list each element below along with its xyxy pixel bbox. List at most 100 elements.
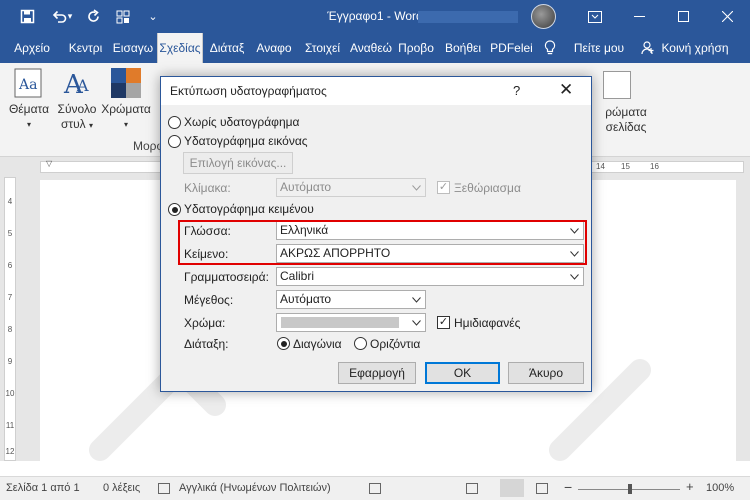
focus-mode-icon[interactable] (466, 483, 478, 494)
ribbon-options-icon[interactable] (572, 0, 618, 33)
ok-button[interactable]: OK (425, 362, 500, 384)
text-watermark-radio[interactable] (168, 203, 181, 216)
ruler-number: 5 (7, 229, 13, 238)
zoom-in-icon[interactable]: + (686, 479, 694, 494)
page-colors-label-2: σελίδας (605, 120, 647, 134)
tell-me-search[interactable]: Πείτε μου (571, 33, 627, 63)
ruler-number: 15 (621, 162, 630, 171)
style-set-label-2: στυλ (60, 117, 86, 131)
ruler-number: 9 (7, 357, 13, 366)
ribbon-tabs: Αρχείο Κεντρι Εισαγω Σχεδίας Διάταξ Αναφ… (0, 33, 750, 63)
help-button[interactable]: ? (513, 83, 520, 98)
chevron-down-icon (408, 179, 425, 196)
style-set-label-1: Σύνολο (57, 102, 97, 116)
no-watermark-radio[interactable] (168, 116, 181, 129)
share-person-icon[interactable] (641, 33, 655, 63)
tab-file[interactable]: Αρχείο (9, 33, 55, 63)
tab-help[interactable]: Βοήθει (441, 33, 485, 63)
scale-value: Αυτόματο (280, 180, 332, 194)
zoom-slider-thumb[interactable] (628, 484, 632, 494)
zoom-out-icon[interactable]: − (564, 479, 572, 495)
apply-button[interactable]: Εφαρμογή (338, 362, 416, 384)
zoom-level[interactable]: 100% (706, 482, 734, 494)
color-swatch (281, 317, 399, 328)
status-bar: Σελίδα 1 από 1 0 λέξεις Αγγλικά (Ηνωμένω… (0, 476, 750, 500)
picture-watermark-label: Υδατογράφημα εικόνας (184, 134, 308, 148)
minimize-icon[interactable] (616, 0, 662, 33)
ruler-number: 8 (7, 325, 13, 334)
ruler-number: 7 (7, 293, 13, 302)
ruler-number: 10 (5, 389, 15, 398)
size-combo[interactable]: Αυτόματο (276, 290, 426, 309)
colors-dropdown-icon: ▾ (123, 120, 128, 129)
washout-label: Ξεθώριασμα (454, 181, 521, 195)
horizontal-radio[interactable] (354, 337, 367, 350)
style-set-dropdown-icon: ▾ (89, 121, 94, 130)
highlight-annotation (178, 220, 587, 265)
washout-checkbox[interactable]: ✓ (437, 181, 450, 194)
word-count[interactable]: 0 λέξεις (103, 482, 140, 494)
tab-layout[interactable]: Διάταξ (206, 33, 248, 63)
style-set-icon: AA (61, 67, 93, 100)
semitransparent-checkbox[interactable]: ✓ (437, 316, 450, 329)
proofing-icon[interactable] (158, 483, 170, 494)
horizontal-label: Οριζόντια (370, 337, 421, 351)
tab-design[interactable]: Σχεδίας (157, 33, 203, 63)
picture-watermark-radio[interactable] (168, 135, 181, 148)
diagonal-radio[interactable] (277, 337, 290, 350)
ruler-number: 16 (650, 162, 659, 171)
font-value: Calibri (280, 269, 315, 283)
colors-button[interactable]: Χρώματα ▾ (100, 67, 152, 132)
maximize-icon[interactable] (660, 0, 706, 33)
color-picker[interactable] (276, 313, 426, 332)
themes-button[interactable]: Aa Θέματα ▾ (6, 67, 52, 132)
macro-icon[interactable] (369, 483, 381, 494)
dialog-close-button[interactable]: ✕ (559, 80, 573, 100)
size-value: Αυτόματο (280, 292, 332, 306)
tab-review[interactable]: Αναθεώ (348, 33, 394, 63)
title-bar: ▾ ⌄ Έγγραφο1 - Word (0, 0, 750, 33)
svg-text:Aa: Aa (18, 77, 37, 93)
themes-label: Θέματα (8, 102, 50, 116)
avatar[interactable] (531, 4, 556, 29)
size-label: Μέγεθος: (184, 293, 234, 307)
text-watermark-label: Υδατογράφημα κειμένου (184, 202, 314, 216)
account-name-redacted (418, 11, 518, 23)
chevron-down-icon (408, 314, 425, 331)
vertical-ruler: 4 5 6 7 8 9 10 11 12 (0, 177, 20, 461)
ruler-number: 4 (7, 197, 13, 206)
layout-label: Διάταξη: (184, 337, 229, 351)
style-set-button[interactable]: AA Σύνολο στυλ ▾ (54, 67, 100, 133)
share-button[interactable]: Κοινή χρήση (659, 33, 731, 63)
print-layout-view-icon[interactable] (500, 479, 524, 497)
page-colors-button[interactable]: ρώματα σελίδας (592, 105, 660, 135)
lightbulb-icon[interactable] (544, 33, 556, 63)
tab-pdfelement[interactable]: PDFelei (489, 33, 534, 63)
select-picture-button[interactable]: Επιλογή εικόνας... (183, 152, 293, 174)
ruler-number: 14 (596, 162, 605, 171)
page-count[interactable]: Σελίδα 1 από 1 (6, 482, 80, 494)
colors-label: Χρώματα (101, 102, 151, 116)
close-icon[interactable] (704, 0, 750, 33)
chevron-down-icon (566, 268, 583, 285)
scale-label: Κλίμακα: (184, 181, 231, 195)
no-watermark-label: Χωρίς υδατογράφημα (184, 115, 300, 129)
language-status[interactable]: Αγγλικά (Ηνωμένων Πολιτειών) (179, 482, 331, 494)
tab-insert[interactable]: Εισαγω (112, 33, 154, 63)
tab-mailings[interactable]: Στοιχεί (300, 33, 345, 63)
chevron-down-icon (408, 291, 425, 308)
ruler-number: 12 (5, 447, 15, 456)
font-combo[interactable]: Calibri (276, 267, 584, 286)
font-label: Γραμματοσειρά: (184, 270, 269, 284)
tab-home[interactable]: Κεντρι (64, 33, 107, 63)
indent-marker-icon[interactable]: ▽ (46, 159, 52, 168)
page-color-icon (603, 71, 631, 99)
cancel-button[interactable]: Άκυρο (508, 362, 584, 384)
web-layout-view-icon[interactable] (536, 483, 548, 494)
diagonal-label: Διαγώνια (293, 337, 342, 351)
tab-references[interactable]: Αναφο (252, 33, 296, 63)
scale-select[interactable]: Αυτόματο (276, 178, 426, 197)
tab-view[interactable]: Προβο (396, 33, 436, 63)
dialog-title-bar: Εκτύπωση υδατογραφήματος ? ✕ (161, 77, 591, 105)
ruler-number: 6 (7, 261, 13, 270)
